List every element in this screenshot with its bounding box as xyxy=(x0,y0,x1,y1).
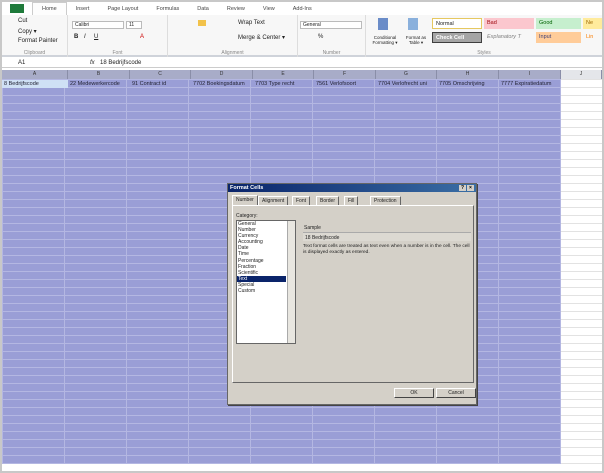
format-cells-dialog: Format Cells ? × Number Alignment Font B… xyxy=(227,183,477,405)
close-button[interactable]: × xyxy=(467,185,474,191)
tab-border[interactable]: Border xyxy=(316,196,340,205)
merge-center-button[interactable]: Merge & Center ▾ xyxy=(238,34,285,41)
font-group: Calibri 11 B I U A Font xyxy=(68,15,168,57)
ribbon-tabs: Home Insert Page Layout Formulas Data Re… xyxy=(2,2,602,15)
cell-b1[interactable]: 22 Medewerkercode xyxy=(68,80,130,88)
tab-protection[interactable]: Protection xyxy=(370,196,401,205)
wrap-text-button[interactable]: Wrap Text xyxy=(238,20,265,26)
tab-add-ins[interactable]: Add-Ins xyxy=(284,6,321,12)
style-neutral[interactable]: Ne xyxy=(583,18,602,29)
styles-group: Conditional Formatting ▾ Format as Table… xyxy=(366,15,602,57)
column-header-e[interactable]: E xyxy=(253,70,314,79)
sample-label: Sample xyxy=(304,225,321,231)
align-bottom-icon[interactable] xyxy=(198,20,206,26)
cell-d1[interactable]: 7702 Boekingsdatum xyxy=(191,80,253,88)
style-normal[interactable]: Normal xyxy=(432,18,482,29)
column-header-c[interactable]: C xyxy=(130,70,191,79)
tab-page-layout[interactable]: Page Layout xyxy=(98,6,147,12)
tab-alignment[interactable]: Alignment xyxy=(258,196,289,205)
name-box[interactable]: A1 xyxy=(18,60,25,66)
style-input[interactable]: Input xyxy=(536,32,581,43)
format-table-icon xyxy=(408,18,418,30)
unselected-cells[interactable] xyxy=(561,79,602,464)
tab-data[interactable]: Data xyxy=(188,6,218,12)
alignment-group: Wrap Text Merge & Center ▾ Alignment xyxy=(168,15,298,57)
dialog-title-text: Format Cells xyxy=(230,185,264,191)
tab-font[interactable]: Font xyxy=(292,196,311,205)
number-group: General % Number xyxy=(298,15,366,57)
bold-button[interactable]: B xyxy=(74,34,78,40)
style-linked[interactable]: Lin xyxy=(583,32,602,43)
cut-button[interactable]: Cut xyxy=(18,18,27,24)
column-header-h[interactable]: H xyxy=(437,70,499,79)
underline-button[interactable]: U xyxy=(94,34,98,40)
style-check-cell[interactable]: Check Cell xyxy=(432,32,482,43)
number-format-select[interactable]: General xyxy=(300,21,362,29)
column-header-g[interactable]: G xyxy=(376,70,437,79)
formula-bar: A1 fx 18 Bedrijfscode xyxy=(2,58,602,68)
column-header-b[interactable]: B xyxy=(68,70,130,79)
cell-a1[interactable]: 8 Bedrijfscode xyxy=(2,80,68,88)
office-button[interactable] xyxy=(10,4,24,13)
category-list[interactable]: General Number Currency Accounting Date Time P… xyxy=(236,220,296,344)
category-label: Category: xyxy=(236,213,258,219)
ok-button[interactable]: OK xyxy=(394,388,434,398)
tab-review[interactable]: Review xyxy=(218,6,254,12)
italic-button[interactable]: I xyxy=(84,34,86,40)
tab-number[interactable]: Number xyxy=(232,195,258,205)
font-color-button[interactable]: A xyxy=(140,34,144,40)
fx-icon[interactable]: fx xyxy=(90,60,95,66)
conditional-formatting-icon xyxy=(378,18,388,30)
sample-value: 18 Bedrijfscode xyxy=(303,232,471,241)
font-label: Font xyxy=(112,50,123,56)
column-header-j[interactable]: J xyxy=(561,70,602,79)
copy-button[interactable]: Copy ▾ xyxy=(18,28,37,35)
format-as-table-button[interactable]: Format as Table ▾ xyxy=(404,35,428,46)
tab-view[interactable]: View xyxy=(254,6,284,12)
cell-i1[interactable]: 7777 Expiratiedatum xyxy=(499,80,561,88)
conditional-formatting-button[interactable]: Conditional Formatting ▾ xyxy=(368,35,402,46)
number-label: Number xyxy=(322,50,341,56)
styles-label: Styles xyxy=(477,50,491,56)
column-header-a[interactable]: A xyxy=(2,70,68,79)
tab-formulas[interactable]: Formulas xyxy=(147,6,188,12)
style-bad[interactable]: Bad xyxy=(484,18,534,29)
font-size-select[interactable]: 11 xyxy=(126,21,142,29)
style-good[interactable]: Good xyxy=(536,18,581,29)
dialog-title: Format Cells ? × xyxy=(228,184,476,192)
cell-c1[interactable]: 91 Contract id xyxy=(130,80,191,88)
clipboard-label: Clipboard xyxy=(23,50,46,56)
formula-input[interactable]: 18 Bedrijfscode xyxy=(100,60,141,66)
cell-f1[interactable]: 7561 Verlofsoort xyxy=(314,80,376,88)
tab-home[interactable]: Home xyxy=(32,2,67,15)
column-header-i[interactable]: I xyxy=(499,70,561,79)
format-painter-button[interactable]: Format Painter xyxy=(18,38,58,44)
column-header-f[interactable]: F xyxy=(314,70,376,79)
clipboard-group: Cut Copy ▾ Format Painter Clipboard xyxy=(2,15,68,57)
cancel-button[interactable]: Cancel xyxy=(436,388,476,398)
tab-fill[interactable]: Fill xyxy=(344,196,359,205)
percent-button[interactable]: % xyxy=(318,34,323,40)
cell-h1[interactable]: 7705 Omschrijving xyxy=(437,80,499,88)
style-explanatory[interactable]: Explanatory T xyxy=(484,32,534,43)
alignment-label: Alignment xyxy=(221,50,244,56)
cell-e1[interactable]: 7703 Type recht xyxy=(253,80,314,88)
tab-insert[interactable]: Insert xyxy=(67,6,99,12)
list-scrollbar[interactable] xyxy=(287,221,295,343)
cell-g1[interactable]: 7704 Verlofrecht uni xyxy=(376,80,437,88)
format-description: Text format cells are treated as text ev… xyxy=(303,244,470,255)
ribbon: Cut Copy ▾ Format Painter Clipboard Cali… xyxy=(2,15,602,57)
help-button[interactable]: ? xyxy=(459,185,466,191)
font-name-select[interactable]: Calibri xyxy=(72,21,124,29)
column-header-d[interactable]: D xyxy=(191,70,253,79)
